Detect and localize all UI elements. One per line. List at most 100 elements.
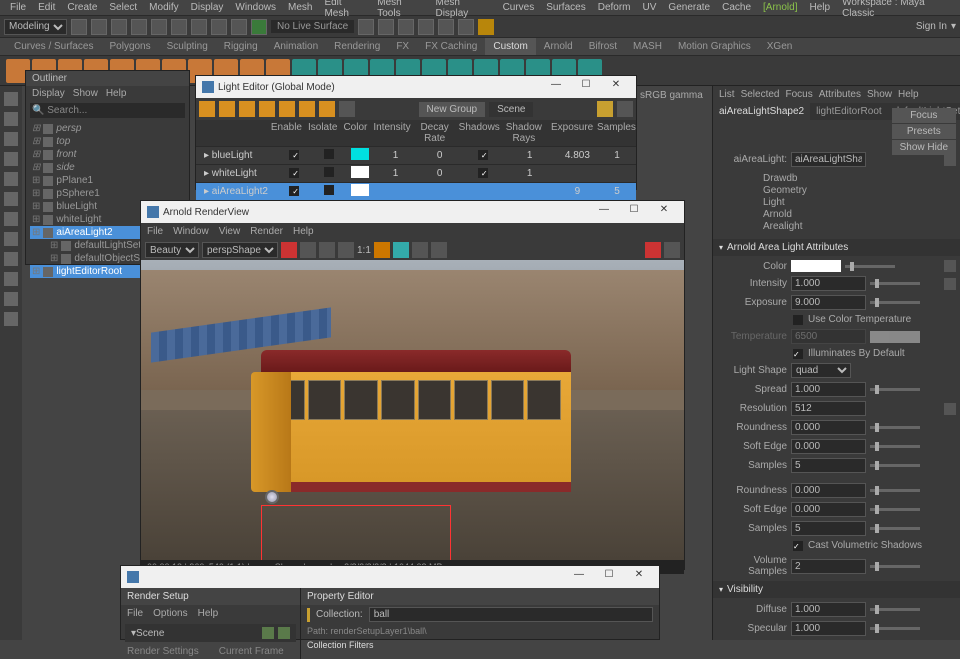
map-icon[interactable] (944, 278, 956, 290)
menu-surfaces[interactable]: Surfaces (540, 2, 591, 13)
io-icon[interactable] (944, 154, 956, 166)
tool-icon[interactable] (191, 19, 207, 35)
tool-icon[interactable] (358, 19, 374, 35)
menu-mesh display[interactable]: Mesh Display (429, 0, 496, 19)
renderview-menu-item[interactable]: Render (250, 226, 283, 237)
column-header[interactable] (196, 120, 268, 146)
play-button[interactable] (319, 242, 335, 258)
outliner-search[interactable]: 🔍 Search... (30, 103, 185, 118)
settings-icon[interactable] (664, 242, 680, 258)
softedge-input[interactable] (791, 439, 866, 454)
shelf-tab[interactable]: Rigging (216, 38, 266, 55)
menu-display[interactable]: Display (185, 2, 230, 13)
roundness-input[interactable] (791, 420, 866, 435)
attr-menu-item[interactable]: Attributes (819, 89, 861, 100)
roundness-slider[interactable] (870, 426, 920, 429)
exposure-slider[interactable] (870, 301, 920, 304)
column-header[interactable]: Enable (268, 120, 305, 146)
tool-icon[interactable] (438, 19, 454, 35)
light-type-icon[interactable] (319, 101, 335, 117)
lasso-tool-icon[interactable] (4, 112, 18, 126)
visibility-section[interactable]: Visibility (713, 581, 960, 598)
menu-mesh[interactable]: Mesh (282, 2, 318, 13)
exposure-input[interactable] (791, 295, 866, 310)
attr-menu-item[interactable]: List (719, 89, 735, 100)
shelf-tab[interactable]: Rendering (326, 38, 388, 55)
snapshot-button[interactable] (412, 242, 428, 258)
shelf-tab[interactable]: MASH (625, 38, 670, 55)
spread-slider[interactable] (870, 388, 920, 391)
tool-icon[interactable] (171, 19, 187, 35)
shelf-tab[interactable]: Custom (485, 38, 535, 55)
render-settings-label[interactable]: Render Settings (127, 646, 199, 657)
map-icon[interactable] (944, 260, 956, 272)
renderview-menu-item[interactable]: Help (293, 226, 314, 237)
maximize-button[interactable]: ☐ (572, 79, 600, 95)
softedge-slider[interactable] (870, 445, 920, 448)
light-type-icon[interactable] (239, 101, 255, 117)
light-icon[interactable] (597, 101, 613, 117)
outliner-item[interactable]: ⊞side (30, 161, 185, 174)
specular-input[interactable] (791, 621, 866, 636)
scene-button[interactable]: Scene (489, 102, 533, 117)
light-type-icon[interactable] (279, 101, 295, 117)
light-type-icon[interactable] (199, 101, 215, 117)
menu-edit mesh[interactable]: Edit Mesh (318, 0, 371, 19)
attr-button[interactable]: Presets (892, 124, 956, 139)
node-name-input[interactable] (791, 152, 866, 167)
column-header[interactable]: Decay Rate (414, 120, 456, 146)
tool-icon[interactable] (151, 19, 167, 35)
minimize-button[interactable]: — (542, 79, 570, 95)
light-row[interactable]: ▸ whiteLight101 (196, 164, 636, 182)
column-header[interactable]: Color (340, 120, 370, 146)
tool-icon[interactable] (4, 312, 18, 326)
menu-create[interactable]: Create (61, 2, 103, 13)
tool-icon[interactable] (4, 212, 18, 226)
outliner-item[interactable]: ⊞pSphere1 (30, 187, 185, 200)
renderview-menu-item[interactable]: File (147, 226, 163, 237)
tool-icon[interactable] (4, 232, 18, 246)
tool-icon[interactable] (4, 192, 18, 206)
use-temp-checkbox[interactable] (793, 315, 803, 325)
tool-icon[interactable] (4, 272, 18, 286)
column-header[interactable]: Intensity (370, 120, 413, 146)
workspace-selector[interactable]: Workspace : Maya Classic (836, 0, 956, 19)
tool-icon[interactable] (418, 19, 434, 35)
shelf-tab[interactable]: Sculpting (159, 38, 216, 55)
menu-file[interactable]: File (4, 2, 32, 13)
map-icon[interactable] (944, 403, 956, 415)
tool-icon[interactable] (111, 19, 127, 35)
collection-input[interactable] (369, 607, 653, 622)
tool-icon[interactable] (458, 19, 474, 35)
menu-modify[interactable]: Modify (143, 2, 184, 13)
shelf-tab[interactable]: Curves / Surfaces (6, 38, 101, 55)
outliner-item[interactable]: ⊞top (30, 135, 185, 148)
samples-input[interactable] (791, 458, 866, 473)
column-header[interactable]: Isolate (305, 120, 340, 146)
renderview-menu-item[interactable]: Window (173, 226, 209, 237)
close-button[interactable]: ✕ (625, 569, 653, 585)
render-setup-titlebar[interactable]: — ☐ ✕ (121, 566, 659, 588)
resolution-input[interactable] (791, 401, 866, 416)
area-light-section[interactable]: Arnold Area Light Attributes (713, 239, 960, 256)
shelf-tab[interactable]: Bifrost (581, 38, 625, 55)
account-icon[interactable] (478, 19, 494, 35)
crop-button[interactable] (393, 242, 409, 258)
maximize-button[interactable]: ☐ (620, 204, 648, 220)
outliner-item[interactable]: ⊞persp (30, 122, 185, 135)
new-group-button[interactable]: New Group (419, 102, 486, 117)
minimize-button[interactable]: — (590, 204, 618, 220)
roundness2-input[interactable] (791, 483, 866, 498)
maximize-button[interactable]: ☐ (595, 569, 623, 585)
current-frame-label[interactable]: Current Frame (219, 646, 284, 657)
camera-dropdown[interactable]: perspShape (202, 242, 278, 258)
mode-dropdown[interactable]: Modeling (4, 19, 67, 35)
menu-mesh tools[interactable]: Mesh Tools (371, 0, 429, 19)
menu-uv[interactable]: UV (637, 2, 663, 13)
illuminates-checkbox[interactable] (793, 349, 803, 359)
menu-generate[interactable]: Generate (662, 2, 716, 13)
tool-icon[interactable] (91, 19, 107, 35)
renderview-titlebar[interactable]: Arnold RenderView — ☐ ✕ (141, 201, 684, 223)
tool-icon[interactable] (378, 19, 394, 35)
aov-dropdown[interactable]: Beauty (145, 242, 199, 258)
